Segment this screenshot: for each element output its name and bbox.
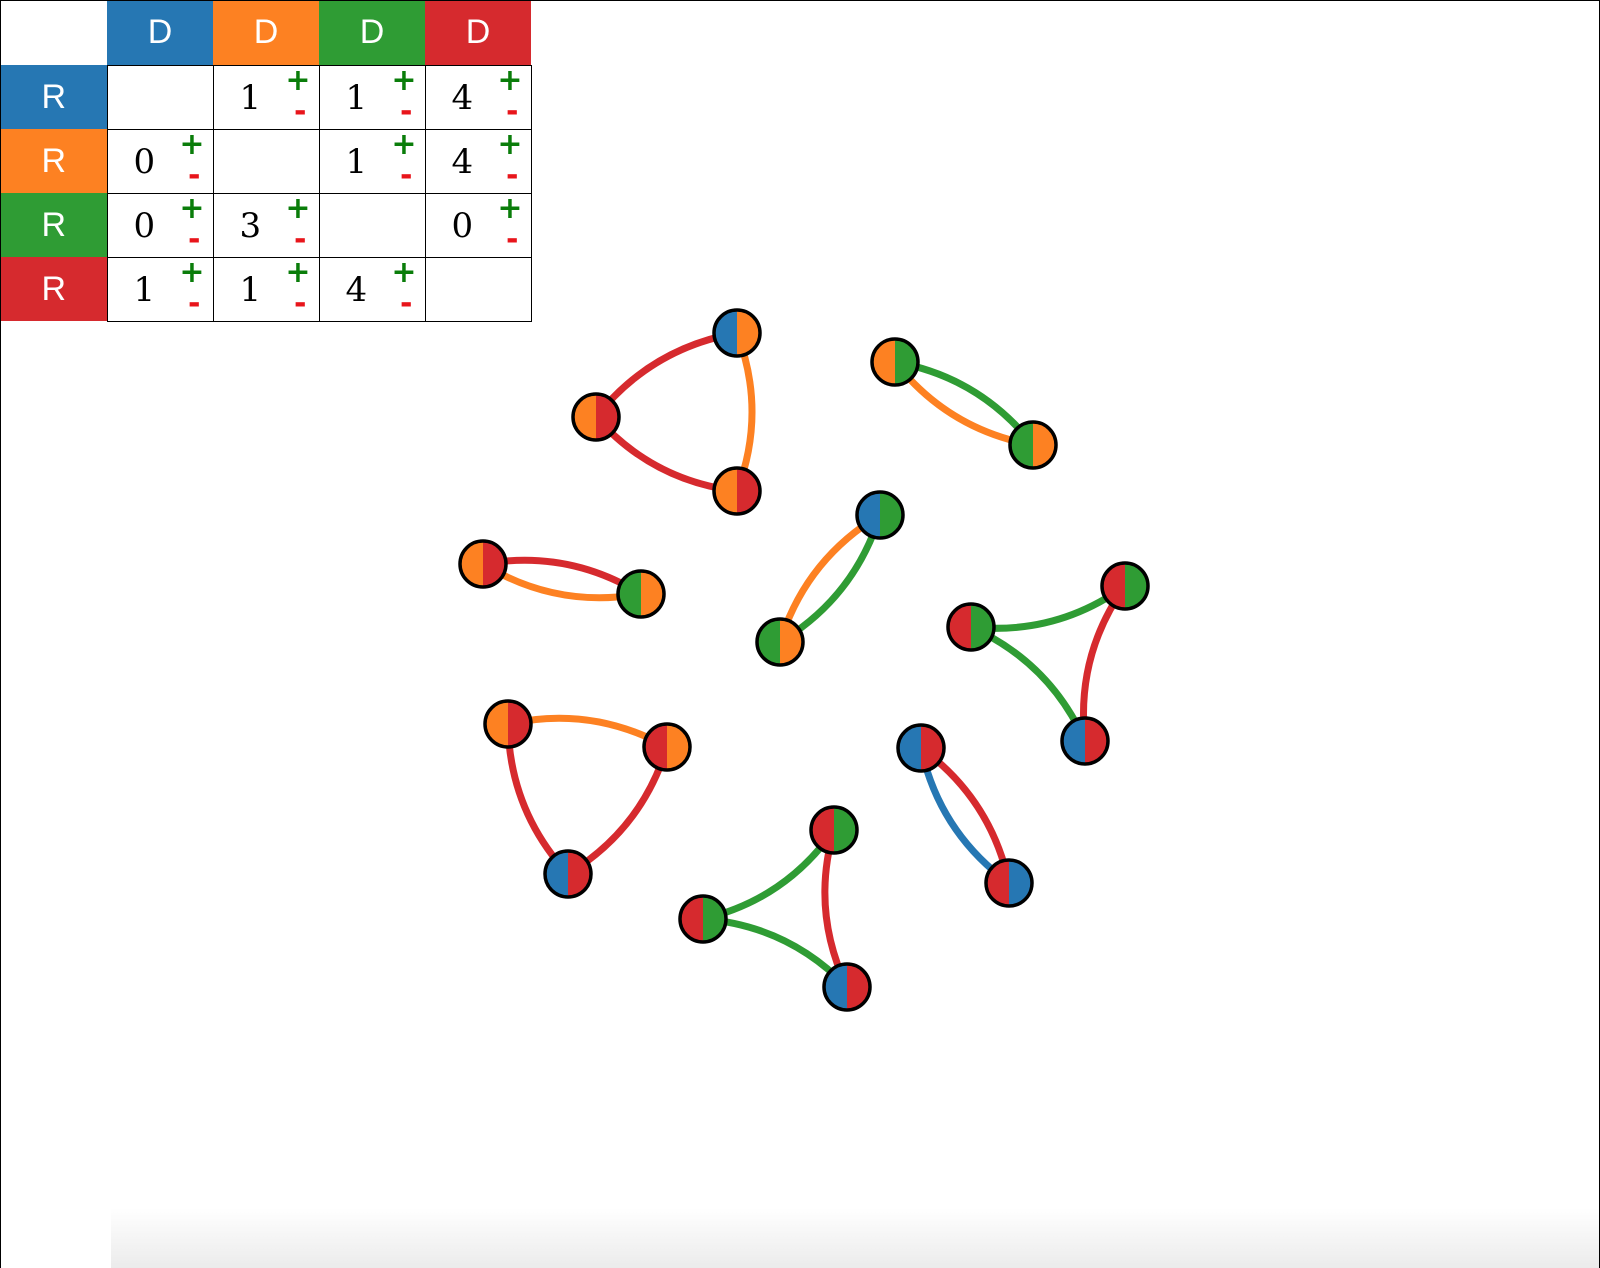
node-left-half [1062,718,1085,764]
node-right-half [641,571,664,617]
node-right-half [737,310,760,356]
node-left-half [644,724,667,770]
node-right-half [1125,563,1148,609]
node-right-half [971,604,994,650]
graph-node[interactable] [1100,561,1150,611]
graph-node[interactable] [896,723,946,773]
graph-node[interactable] [712,308,762,358]
node-left-half [460,541,483,587]
node-right-half [1085,718,1108,764]
graph-node[interactable] [1008,420,1058,470]
node-left-half [545,851,568,897]
node-left-half [485,701,508,747]
graph-node[interactable] [809,805,859,855]
node-right-half [483,541,506,587]
graph-node[interactable] [984,858,1034,908]
graph-node[interactable] [822,962,872,1012]
node-left-half [757,619,780,665]
bottom-shadow [111,1208,1599,1268]
node-left-half [680,896,703,942]
node-left-half [898,725,921,771]
graph-node[interactable] [755,617,805,667]
node-left-half [714,468,737,514]
cycle-graph[interactable] [1,1,1600,1268]
node-left-half [1010,422,1033,468]
node-left-half [573,394,596,440]
graph-node[interactable] [1060,716,1110,766]
graph-node[interactable] [855,490,905,540]
graph-node[interactable] [712,466,762,516]
node-right-half [1009,860,1032,906]
graph-node[interactable] [946,602,996,652]
node-right-half [834,807,857,853]
node-left-half [948,604,971,650]
node-right-half [508,701,531,747]
canvas: D D D D R 1 + - 1 + - 4 + - R 0 + - 1 + - 4 + - R 0 +… [0,0,1600,1268]
node-left-half [618,571,641,617]
graph-node[interactable] [642,722,692,772]
graph-nodes [458,308,1150,1012]
graph-node[interactable] [571,392,621,442]
node-right-half [895,339,918,385]
node-right-half [880,492,903,538]
node-left-half [714,310,737,356]
graph-node[interactable] [543,849,593,899]
graph-node[interactable] [458,539,508,589]
node-right-half [737,468,760,514]
node-right-half [703,896,726,942]
node-right-half [1033,422,1056,468]
node-left-half [811,807,834,853]
graph-node[interactable] [616,569,666,619]
node-right-half [667,724,690,770]
node-right-half [847,964,870,1010]
graph-node[interactable] [483,699,533,749]
node-left-half [872,339,895,385]
graph-node[interactable] [678,894,728,944]
graph-node[interactable] [870,337,920,387]
